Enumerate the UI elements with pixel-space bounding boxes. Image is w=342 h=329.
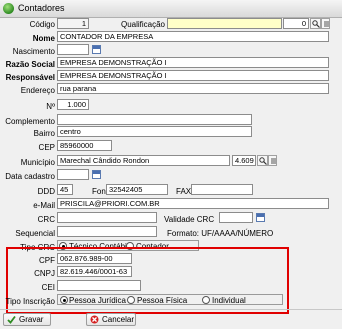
check-icon xyxy=(7,315,16,324)
formato-hint: Formato: UF/AAAA/NÚMERO xyxy=(167,229,274,238)
gravar-button[interactable]: Gravar xyxy=(3,313,51,326)
bairro-field[interactable]: centro xyxy=(57,126,252,137)
codigo-field[interactable]: 1 xyxy=(57,18,89,29)
app-icon xyxy=(3,3,14,14)
nascimento-calendar-icon[interactable] xyxy=(92,45,101,54)
sequencial-field[interactable] xyxy=(57,226,157,237)
cancelar-button[interactable]: Cancelar xyxy=(86,313,136,326)
cpf-field[interactable]: 062.876.989-00 xyxy=(57,253,132,264)
cancelar-label: Cancelar xyxy=(102,315,135,324)
municipio-list-icon[interactable] xyxy=(268,155,277,166)
numero-field[interactable]: 1.000 xyxy=(57,99,89,110)
validade-crc-field[interactable] xyxy=(219,212,253,223)
label-tipo-inscricao: Tipo Inscrição xyxy=(5,297,56,306)
data-cadastro-field[interactable] xyxy=(57,169,89,180)
nascimento-field[interactable] xyxy=(57,44,89,55)
razao-social-field[interactable]: EMPRESA DEMONSTRAÇÃO I xyxy=(57,57,329,68)
cep-field[interactable]: 85960000 xyxy=(57,140,112,151)
tipo-inscricao-label-individual: Individual xyxy=(212,296,246,305)
label-cei: CEI xyxy=(41,283,55,292)
qualificacao-code-field[interactable]: 0 xyxy=(283,18,309,29)
label-complemento: Complemento xyxy=(5,117,55,126)
qualificacao-search-icon[interactable] xyxy=(310,18,321,29)
gravar-label: Gravar xyxy=(19,315,44,324)
label-cnpj: CNPJ xyxy=(34,269,55,278)
complemento-field[interactable] xyxy=(57,114,252,125)
label-razao-social: Razão Social xyxy=(5,60,55,69)
label-codigo: Código xyxy=(29,20,55,29)
window-title: Contadores xyxy=(18,3,65,13)
label-nome: Nome xyxy=(32,34,55,43)
label-sequencial: Sequencial xyxy=(15,229,55,238)
label-data-cadastro: Data cadastro xyxy=(5,172,55,181)
label-validade-crc: Validade CRC xyxy=(164,215,215,224)
label-responsavel: Responsável xyxy=(5,73,55,82)
label-bairro: Bairro xyxy=(33,129,55,138)
municipio-field[interactable]: Marechal Cândido Rondon xyxy=(57,155,230,166)
label-ddd: DDD xyxy=(37,187,55,196)
nome-field[interactable]: CONTADOR DA EMPRESA xyxy=(57,31,329,42)
label-numero: Nº xyxy=(46,102,55,111)
cancel-icon xyxy=(90,315,99,324)
label-cep: CEP xyxy=(38,143,55,152)
footer-divider xyxy=(0,309,342,310)
endereco-field[interactable]: rua parana xyxy=(57,83,329,94)
fone-field[interactable]: 32542405 xyxy=(106,184,168,195)
fax-field[interactable] xyxy=(191,184,253,195)
crc-field[interactable] xyxy=(57,212,157,223)
label-nascimento: Nascimento xyxy=(12,47,55,56)
validade-crc-calendar-icon[interactable] xyxy=(256,213,265,222)
label-fax: FAX xyxy=(176,187,192,196)
label-cpf: CPF xyxy=(39,256,55,265)
label-email: e-Mail xyxy=(33,201,55,210)
data-cadastro-calendar-icon[interactable] xyxy=(92,170,101,179)
label-crc: CRC xyxy=(37,215,55,224)
qualificacao-list-icon[interactable] xyxy=(321,18,330,29)
cei-field[interactable] xyxy=(57,280,141,291)
tipo-inscricao-radio-juridica[interactable] xyxy=(60,296,68,304)
responsavel-field[interactable]: EMPRESA DEMONSTRAÇÃO I xyxy=(57,70,329,81)
tipo-inscricao-label-juridica: Pessoa Jurídica xyxy=(69,296,126,305)
tipo-inscricao-label-fisica: Pessoa Física xyxy=(137,296,188,305)
tipo-inscricao-radio-individual[interactable] xyxy=(202,296,210,304)
label-qualificacao: Qualificação xyxy=(120,20,165,29)
municipio-search-icon[interactable] xyxy=(257,155,268,166)
municipio-code-field[interactable]: 4.609 xyxy=(232,155,256,166)
title-bar: Contadores xyxy=(0,0,342,18)
qualificacao-name-field[interactable] xyxy=(167,18,282,29)
email-field[interactable]: PRISCILA@PRIORI.COM.BR xyxy=(57,198,329,209)
cnpj-field[interactable]: 82.619.446/0001-63 xyxy=(57,266,132,277)
label-endereco: Endereço xyxy=(20,86,55,95)
ddd-field[interactable]: 45 xyxy=(57,184,73,195)
tipo-inscricao-radio-fisica[interactable] xyxy=(127,296,135,304)
label-municipio: Município xyxy=(20,158,55,167)
